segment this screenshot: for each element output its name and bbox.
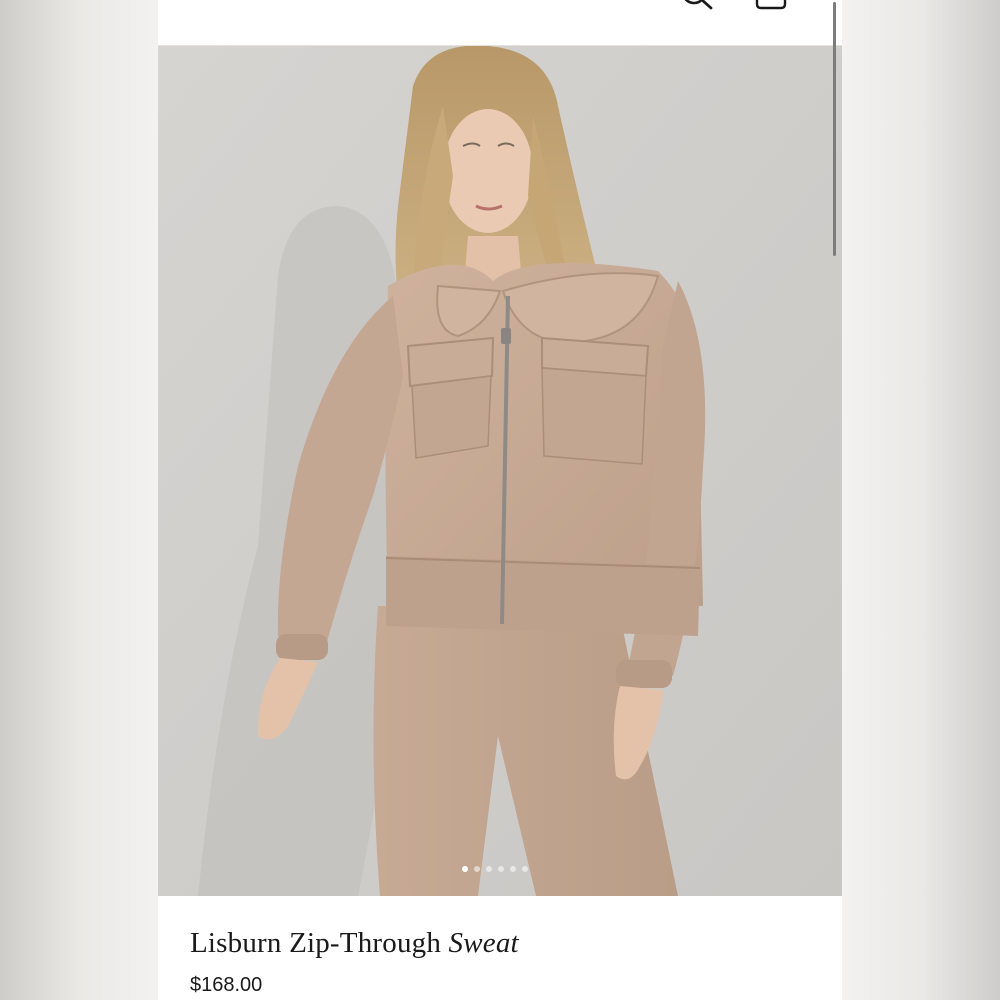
scrollbar-thumb[interactable] — [833, 2, 836, 256]
product-info: Lisburn Zip-Through Sweat $168.00 — [158, 897, 842, 1000]
product-photo-illustration — [158, 46, 842, 896]
shopping-bag-icon[interactable] — [754, 0, 788, 12]
top-navigation-bar — [158, 0, 842, 46]
product-title-italic: Sweat — [448, 927, 519, 959]
carousel-dot-3[interactable] — [486, 866, 492, 872]
carousel-dot-6[interactable] — [522, 866, 528, 872]
carousel-dot-5[interactable] — [510, 866, 516, 872]
carousel-dot-1[interactable] — [462, 866, 468, 872]
product-title: Lisburn Zip-Through Sweat — [190, 927, 519, 960]
product-page: Lisburn Zip-Through Sweat $168.00 — [158, 0, 842, 1000]
carousel-dot-2[interactable] — [474, 866, 480, 872]
product-title-main: Lisburn Zip-Through — [190, 927, 442, 959]
carousel-dots — [462, 866, 528, 872]
product-price: $168.00 — [190, 974, 263, 996]
carousel-dot-4[interactable] — [498, 866, 504, 872]
hamburger-menu-icon[interactable] — [190, 0, 230, 8]
product-image[interactable] — [158, 46, 842, 896]
search-icon[interactable] — [680, 0, 720, 12]
